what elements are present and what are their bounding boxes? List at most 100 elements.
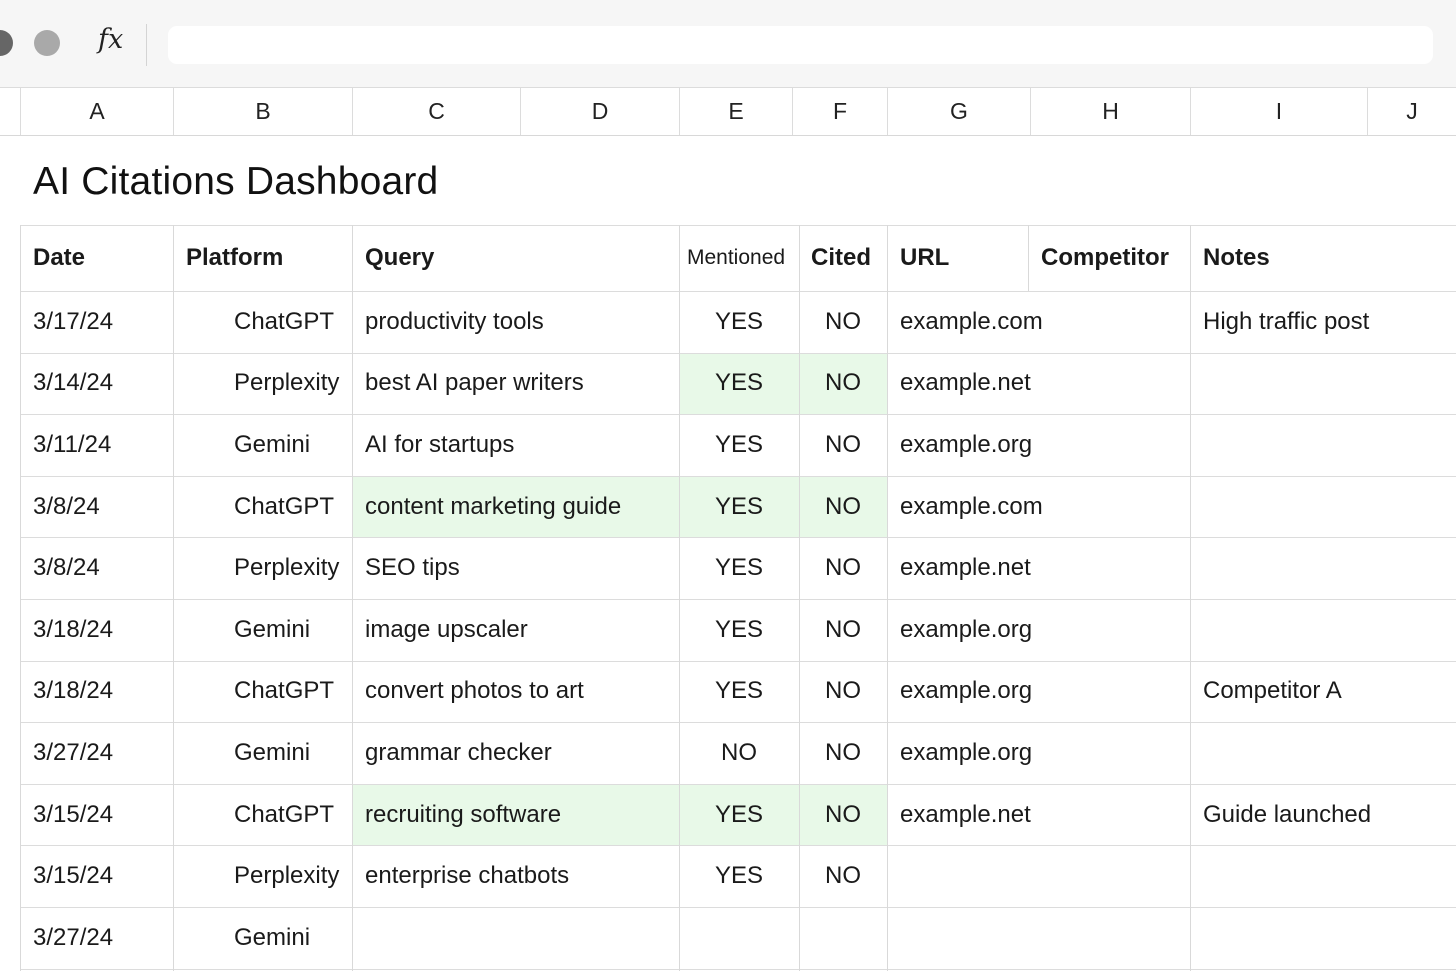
function-icon[interactable]: fx bbox=[98, 24, 123, 55]
cited-cell[interactable]: NO bbox=[799, 352, 887, 415]
formula-input[interactable] bbox=[168, 26, 1433, 64]
notes-cell[interactable] bbox=[1190, 353, 1456, 415]
notes-cell[interactable] bbox=[1190, 907, 1456, 969]
cited-cell[interactable]: NO bbox=[799, 661, 887, 723]
mentioned-cell[interactable] bbox=[679, 907, 799, 969]
cited-cell[interactable]: NO bbox=[799, 537, 887, 599]
query-cell[interactable]: AI for startups bbox=[352, 414, 679, 476]
date-cell[interactable]: 3/27/24 bbox=[20, 907, 173, 969]
url-cell[interactable]: example.org bbox=[887, 599, 1190, 661]
cited-cell[interactable]: NO bbox=[799, 722, 887, 784]
notes-cell[interactable] bbox=[1190, 414, 1456, 476]
header-cited[interactable]: Cited bbox=[799, 225, 887, 291]
platform-cell[interactable]: Gemini bbox=[226, 414, 352, 476]
date-cell[interactable]: 3/14/24 bbox=[20, 353, 173, 415]
query-cell[interactable]: best AI paper writers bbox=[352, 353, 679, 415]
query-cell[interactable] bbox=[352, 907, 679, 969]
platform-cell[interactable]: Perplexity bbox=[226, 845, 352, 907]
query-cell[interactable]: image upscaler bbox=[352, 599, 679, 661]
platform-cell[interactable]: ChatGPT bbox=[226, 291, 352, 353]
column-header-f[interactable]: F bbox=[792, 88, 887, 135]
platform-cell[interactable]: Gemini bbox=[226, 599, 352, 661]
date-cell[interactable]: 3/8/24 bbox=[20, 476, 173, 538]
query-cell[interactable]: recruiting software bbox=[352, 783, 679, 846]
cited-cell[interactable]: NO bbox=[799, 475, 887, 538]
header-date[interactable]: Date bbox=[20, 225, 173, 291]
date-cell[interactable]: 3/18/24 bbox=[20, 661, 173, 723]
cited-cell[interactable] bbox=[799, 907, 887, 969]
mentioned-cell[interactable]: YES bbox=[679, 783, 799, 846]
platform-cell[interactable]: Perplexity bbox=[226, 353, 352, 415]
date-cell[interactable]: 3/17/24 bbox=[20, 291, 173, 353]
grid-line bbox=[1190, 225, 1191, 971]
query-cell[interactable]: productivity tools bbox=[352, 291, 679, 353]
url-cell[interactable] bbox=[887, 845, 1190, 907]
mentioned-cell[interactable]: YES bbox=[679, 537, 799, 599]
mentioned-cell[interactable]: YES bbox=[679, 599, 799, 661]
header-competitor[interactable]: Competitor bbox=[1028, 225, 1190, 291]
column-header-i[interactable]: I bbox=[1190, 88, 1367, 135]
notes-cell[interactable] bbox=[1190, 537, 1456, 599]
header-mentioned[interactable]: Mentioned bbox=[679, 225, 799, 291]
column-header-h[interactable]: H bbox=[1030, 88, 1190, 135]
header-query[interactable]: Query bbox=[352, 225, 679, 291]
url-cell[interactable]: example.org bbox=[887, 722, 1190, 784]
mentioned-cell[interactable]: YES bbox=[679, 661, 799, 723]
header-url[interactable]: URL bbox=[887, 225, 1028, 291]
date-cell[interactable]: 3/27/24 bbox=[20, 722, 173, 784]
cited-cell[interactable]: NO bbox=[799, 845, 887, 907]
query-cell[interactable]: convert photos to art bbox=[352, 661, 679, 723]
cited-cell[interactable]: NO bbox=[799, 414, 887, 476]
mentioned-cell[interactable]: YES bbox=[679, 845, 799, 907]
mentioned-cell[interactable]: YES bbox=[679, 414, 799, 476]
query-cell[interactable]: content marketing guide bbox=[352, 475, 679, 538]
notes-cell[interactable] bbox=[1190, 845, 1456, 907]
url-cell[interactable] bbox=[887, 907, 1190, 969]
date-cell[interactable]: 3/18/24 bbox=[20, 599, 173, 661]
cited-cell[interactable]: NO bbox=[799, 291, 887, 353]
url-cell[interactable]: example.com bbox=[887, 476, 1190, 538]
mentioned-cell[interactable]: YES bbox=[679, 352, 799, 415]
date-cell[interactable]: 3/11/24 bbox=[20, 414, 173, 476]
column-header-a[interactable]: A bbox=[20, 88, 173, 135]
notes-cell[interactable]: Competitor A bbox=[1190, 661, 1456, 723]
url-cell[interactable]: example.net bbox=[887, 353, 1190, 415]
platform-cell[interactable]: ChatGPT bbox=[226, 784, 352, 846]
mentioned-cell[interactable]: NO bbox=[679, 722, 799, 784]
platform-cell[interactable]: Gemini bbox=[226, 907, 352, 969]
mentioned-cell[interactable]: YES bbox=[679, 291, 799, 353]
notes-cell[interactable] bbox=[1190, 476, 1456, 538]
url-cell[interactable]: example.org bbox=[887, 661, 1190, 723]
window-control-dark[interactable] bbox=[0, 30, 13, 56]
url-cell[interactable]: example.com bbox=[887, 291, 1190, 353]
platform-cell[interactable]: Gemini bbox=[226, 722, 352, 784]
mentioned-cell[interactable]: YES bbox=[679, 475, 799, 538]
column-header-e[interactable]: E bbox=[679, 88, 792, 135]
notes-cell[interactable]: Guide launched bbox=[1190, 784, 1456, 846]
platform-cell[interactable]: ChatGPT bbox=[226, 661, 352, 723]
notes-cell[interactable]: High traffic post bbox=[1190, 291, 1456, 353]
column-header-g[interactable]: G bbox=[887, 88, 1030, 135]
window-control-gray[interactable] bbox=[34, 30, 60, 56]
url-cell[interactable]: example.net bbox=[887, 784, 1190, 846]
query-cell[interactable]: grammar checker bbox=[352, 722, 679, 784]
cited-cell[interactable]: NO bbox=[799, 783, 887, 846]
date-cell[interactable]: 3/15/24 bbox=[20, 845, 173, 907]
url-cell[interactable]: example.org bbox=[887, 414, 1190, 476]
header-notes[interactable]: Notes bbox=[1190, 225, 1456, 291]
date-cell[interactable]: 3/15/24 bbox=[20, 784, 173, 846]
notes-cell[interactable] bbox=[1190, 599, 1456, 661]
query-cell[interactable]: enterprise chatbots bbox=[352, 845, 679, 907]
platform-cell[interactable]: Perplexity bbox=[226, 537, 352, 599]
cited-cell[interactable]: NO bbox=[799, 599, 887, 661]
url-cell[interactable]: example.net bbox=[887, 537, 1190, 599]
date-cell[interactable]: 3/8/24 bbox=[20, 537, 173, 599]
column-header-j[interactable]: J bbox=[1367, 88, 1456, 135]
column-header-c[interactable]: C bbox=[352, 88, 520, 135]
column-header-b[interactable]: B bbox=[173, 88, 352, 135]
column-header-d[interactable]: D bbox=[520, 88, 679, 135]
header-platform[interactable]: Platform bbox=[173, 225, 352, 291]
query-cell[interactable]: SEO tips bbox=[352, 537, 679, 599]
notes-cell[interactable] bbox=[1190, 722, 1456, 784]
platform-cell[interactable]: ChatGPT bbox=[226, 476, 352, 538]
